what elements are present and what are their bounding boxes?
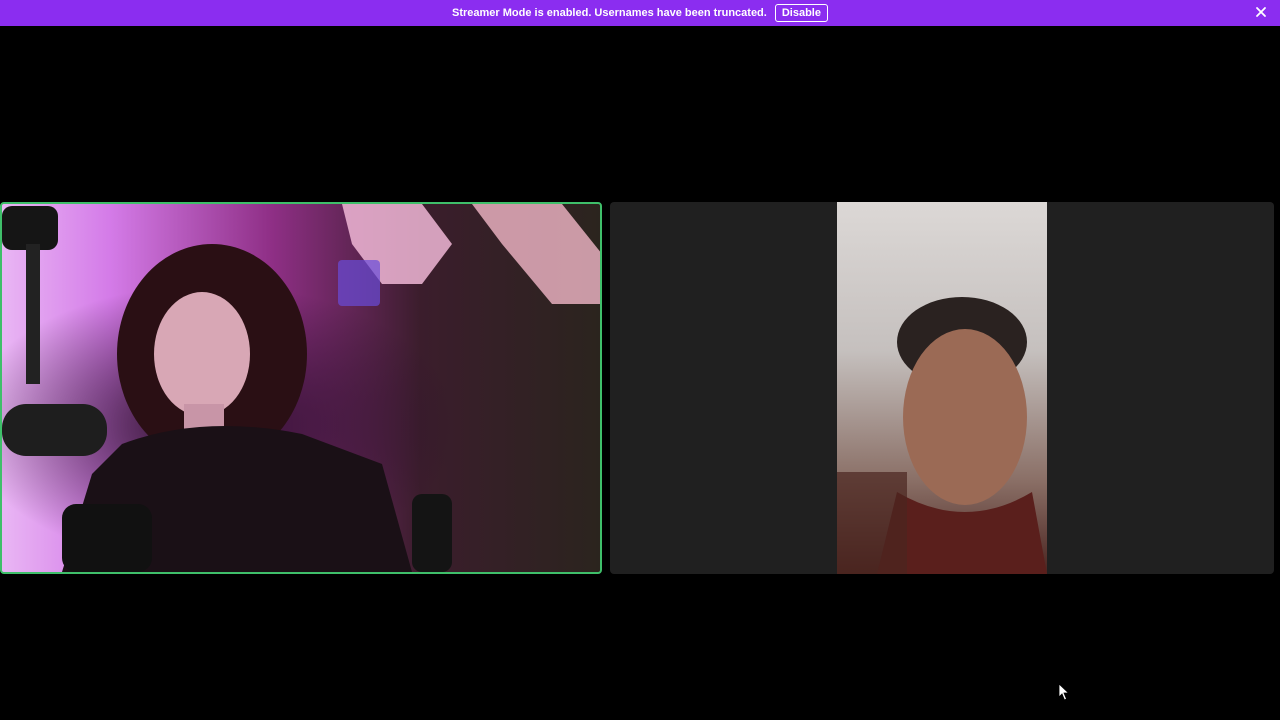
streamer-mode-message: Streamer Mode is enabled. Usernames have… bbox=[452, 7, 767, 19]
mouse-pointer-icon bbox=[1058, 683, 1070, 701]
video-feed-remote bbox=[837, 202, 1047, 574]
disable-streamer-mode-button[interactable]: Disable bbox=[774, 4, 828, 22]
video-feed-local bbox=[2, 204, 600, 572]
close-icon[interactable] bbox=[1254, 5, 1268, 19]
video-tile-remote[interactable] bbox=[610, 202, 1274, 574]
video-tile-local[interactable] bbox=[0, 202, 602, 574]
call-stage bbox=[0, 26, 1280, 720]
streamer-mode-banner: Streamer Mode is enabled. Usernames have… bbox=[0, 0, 1280, 26]
